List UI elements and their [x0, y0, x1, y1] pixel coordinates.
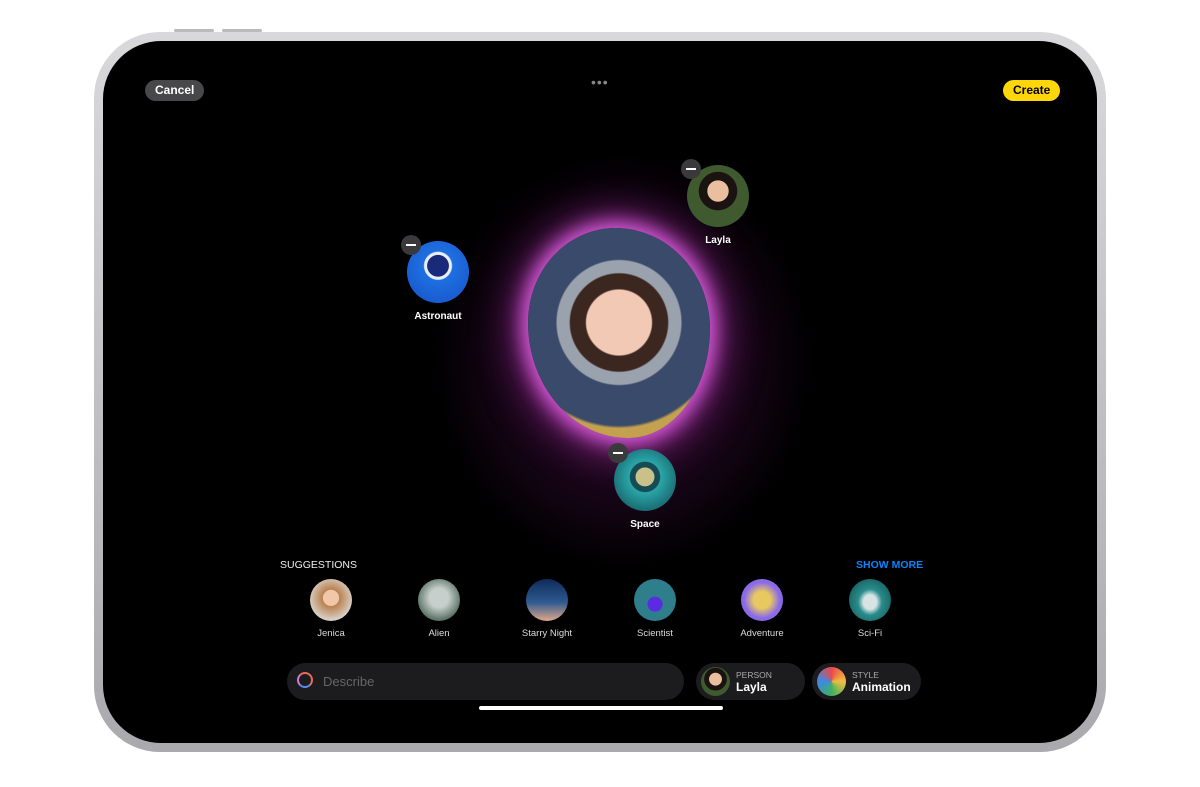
person-key: PERSON: [736, 670, 772, 680]
astronaut-helmet-icon: [401, 235, 469, 303]
starry-night-icon: [526, 579, 568, 621]
suggestion-sci-fi[interactable]: Sci-Fi: [825, 579, 915, 639]
person-photo: [310, 579, 352, 621]
style-key: STYLE: [852, 670, 879, 680]
concept-space[interactable]: Space: [595, 443, 695, 530]
suggestion-label: Sci-Fi: [857, 628, 883, 639]
ufo-icon: [849, 579, 891, 621]
suggestion-alien[interactable]: Alien: [394, 579, 484, 639]
describe-placeholder: Describe: [323, 674, 375, 689]
image-playground-icon: [297, 672, 313, 688]
suggestion-scientist[interactable]: Scientist: [610, 579, 700, 639]
concept-layla[interactable]: Layla: [668, 159, 768, 246]
suggestions-title: SUGGESTIONS: [280, 559, 358, 571]
hardware-button: [222, 29, 262, 32]
concept-label: Space: [630, 519, 660, 530]
multitask-dots[interactable]: •••: [591, 74, 609, 90]
alien-icon: [418, 579, 460, 621]
animation-style-icon: [817, 667, 846, 696]
map-icon: [741, 579, 783, 621]
planet-icon: [608, 443, 676, 511]
suggestion-label: Scientist: [637, 628, 673, 639]
person-avatar: [701, 667, 730, 696]
create-button[interactable]: Create: [1003, 80, 1061, 101]
style-chip[interactable]: STYLE Animation: [812, 663, 921, 700]
home-indicator[interactable]: [479, 706, 723, 710]
ipad-frame: ••• Cancel Create Astronaut Layla Space …: [94, 29, 1106, 752]
person-chip[interactable]: PERSON Layla: [696, 663, 805, 700]
suggestion-adventure[interactable]: Adventure: [717, 579, 807, 639]
remove-icon[interactable]: [401, 235, 421, 255]
flask-icon: [634, 579, 676, 621]
remove-icon[interactable]: [608, 443, 628, 463]
describe-input[interactable]: Describe: [287, 663, 684, 700]
style-value: Animation: [852, 680, 911, 694]
concept-astronaut[interactable]: Astronaut: [388, 235, 488, 322]
suggestion-label: Adventure: [740, 628, 784, 639]
suggestion-jenica[interactable]: Jenica: [286, 579, 376, 639]
concept-label: Astronaut: [414, 311, 462, 322]
cancel-button[interactable]: Cancel: [145, 80, 205, 101]
screen: ••• Cancel Create Astronaut Layla Space …: [103, 41, 1097, 743]
person-photo: [681, 159, 749, 227]
person-value: Layla: [736, 680, 767, 694]
suggestion-label: Jenica: [317, 628, 345, 639]
concept-label: Layla: [705, 235, 731, 246]
suggestion-starry-night[interactable]: Starry Night: [502, 579, 592, 639]
suggestion-label: Alien: [428, 628, 450, 639]
hardware-button: [174, 29, 214, 32]
suggestion-label: Starry Night: [521, 628, 573, 639]
remove-icon[interactable]: [681, 159, 701, 179]
show-more-button[interactable]: SHOW MORE: [856, 559, 923, 571]
